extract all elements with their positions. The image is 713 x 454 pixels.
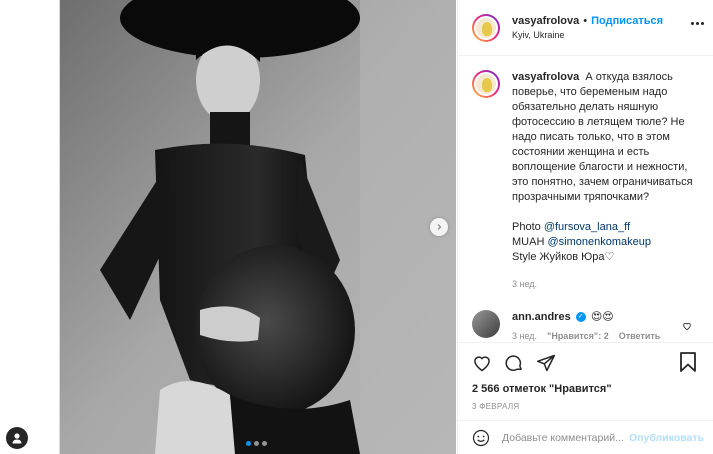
profile-icon[interactable] xyxy=(6,427,28,449)
caption-text: А откуда взялось поверье, что беременым … xyxy=(512,71,693,203)
comment-likes-count[interactable]: "Нравится": 2 xyxy=(547,331,609,341)
muah-credit-label: MUAH xyxy=(512,236,548,248)
page-left-margin xyxy=(0,0,59,454)
carousel-dot xyxy=(262,441,267,446)
comment-like-icon[interactable] xyxy=(682,318,692,336)
author-username[interactable]: vasyafrolova xyxy=(512,15,579,27)
comments-section: vasyafrolova А откуда взялось поверье, ч… xyxy=(458,56,713,342)
heart-emoji: ♡ xyxy=(604,251,615,263)
post-header: vasyafrolova • Подписаться Kyiv, Ukraine xyxy=(458,0,713,56)
post-sidebar: vasyafrolova • Подписаться Kyiv, Ukraine… xyxy=(457,0,713,454)
like-icon[interactable] xyxy=(472,353,492,373)
more-options-icon[interactable] xyxy=(691,22,704,25)
commenter-username[interactable]: ann.andres xyxy=(512,311,571,323)
carousel-dots xyxy=(246,441,267,446)
post-date[interactable]: 3 ФЕВРАЛЯ xyxy=(472,402,700,411)
publish-button[interactable]: Опубликовать xyxy=(629,432,704,444)
post-dialog: vasyafrolova • Подписаться Kyiv, Ukraine… xyxy=(59,0,713,454)
chevron-right-icon xyxy=(437,224,442,230)
post-location[interactable]: Kyiv, Ukraine xyxy=(512,30,663,40)
author-avatar[interactable] xyxy=(472,13,500,42)
separator-dot: • xyxy=(583,15,588,27)
commenter-avatar[interactable] xyxy=(472,310,500,338)
photo-credit-mention[interactable]: @fursova_lana_ff xyxy=(544,221,630,233)
likes-count[interactable]: 2 566 отметок "Нравится" xyxy=(472,383,700,395)
caption-avatar[interactable] xyxy=(472,70,500,98)
verified-badge-icon: ✓ xyxy=(575,312,586,323)
carousel-next-button[interactable] xyxy=(430,218,448,236)
carousel-dot xyxy=(246,441,251,446)
post-actions: 2 566 отметок "Нравится" 3 ФЕВРАЛЯ xyxy=(458,342,713,411)
carousel-dot xyxy=(254,441,259,446)
photo-credit-label: Photo xyxy=(512,221,544,233)
share-icon[interactable] xyxy=(536,353,556,373)
muah-credit-mention[interactable]: @simonenkomakeup xyxy=(547,236,651,248)
comment-time[interactable]: 3 нед. xyxy=(512,331,537,341)
follow-button[interactable]: Подписаться xyxy=(591,15,663,27)
reply-button[interactable]: Ответить xyxy=(619,331,661,341)
comment-icon[interactable] xyxy=(504,353,524,373)
comment-input[interactable] xyxy=(502,431,630,444)
comment-text: 😍😍 xyxy=(590,311,614,323)
emoji-icon[interactable] xyxy=(472,429,490,447)
caption: vasyafrolova А откуда взялось поверье, ч… xyxy=(472,70,700,292)
post-photo xyxy=(60,0,456,454)
caption-time[interactable]: 3 нед. xyxy=(512,277,700,292)
bookmark-icon[interactable] xyxy=(678,351,698,378)
post-media xyxy=(60,0,456,454)
style-credit: Style Жуйков Юра xyxy=(512,251,605,263)
caption-username[interactable]: vasyafrolova xyxy=(512,71,579,83)
comment-item: ann.andres ✓ 😍😍 3 нед. "Нравится": 2 Отв… xyxy=(472,310,700,342)
add-comment-bar: Опубликовать xyxy=(458,420,713,454)
